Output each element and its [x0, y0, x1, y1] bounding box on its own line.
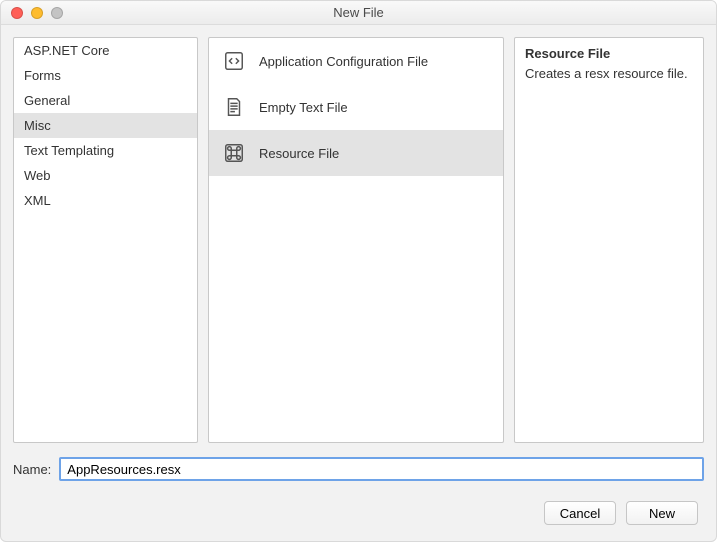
category-item[interactable]: Web: [14, 163, 197, 188]
code-icon: [221, 48, 247, 74]
template-item-label: Empty Text File: [259, 100, 348, 115]
category-item-label: Text Templating: [24, 143, 114, 158]
command-icon: [221, 140, 247, 166]
category-item[interactable]: ASP.NET Core: [14, 38, 197, 63]
template-item[interactable]: Resource File: [209, 130, 503, 176]
template-item-label: Application Configuration File: [259, 54, 428, 69]
template-item[interactable]: Empty Text File: [209, 84, 503, 130]
document-icon: [221, 94, 247, 120]
category-item-label: Web: [24, 168, 51, 183]
template-item-label: Resource File: [259, 146, 339, 161]
dialog-body: ASP.NET Core Forms General Misc Text Templat…: [1, 25, 716, 541]
details-panel: Resource File Creates a resx resource fi…: [514, 37, 704, 443]
category-item-label: General: [24, 93, 70, 108]
details-title: Resource File: [525, 46, 693, 61]
name-row: Name:: [13, 457, 704, 481]
button-row: Cancel New: [13, 501, 704, 529]
category-list: ASP.NET Core Forms General Misc Text Templat…: [13, 37, 198, 443]
category-item[interactable]: Misc: [14, 113, 197, 138]
category-item-label: Forms: [24, 68, 61, 83]
category-item-label: ASP.NET Core: [24, 43, 110, 58]
category-item-label: XML: [24, 193, 51, 208]
template-item[interactable]: Application Configuration File: [209, 38, 503, 84]
name-input[interactable]: [59, 457, 704, 481]
template-list: Application Configuration File Empty Text…: [208, 37, 504, 443]
category-item[interactable]: Forms: [14, 63, 197, 88]
name-label: Name:: [13, 462, 51, 477]
new-button[interactable]: New: [626, 501, 698, 525]
category-item-label: Misc: [24, 118, 51, 133]
category-item[interactable]: General: [14, 88, 197, 113]
new-file-dialog: New File ASP.NET Core Forms General Misc Tex…: [0, 0, 717, 542]
category-item[interactable]: Text Templating: [14, 138, 197, 163]
window-title: New File: [1, 5, 716, 20]
category-item[interactable]: XML: [14, 188, 197, 213]
panels: ASP.NET Core Forms General Misc Text Templat…: [13, 37, 704, 443]
titlebar: New File: [1, 1, 716, 25]
cancel-button[interactable]: Cancel: [544, 501, 616, 525]
details-description: Creates a resx resource file.: [525, 65, 693, 83]
